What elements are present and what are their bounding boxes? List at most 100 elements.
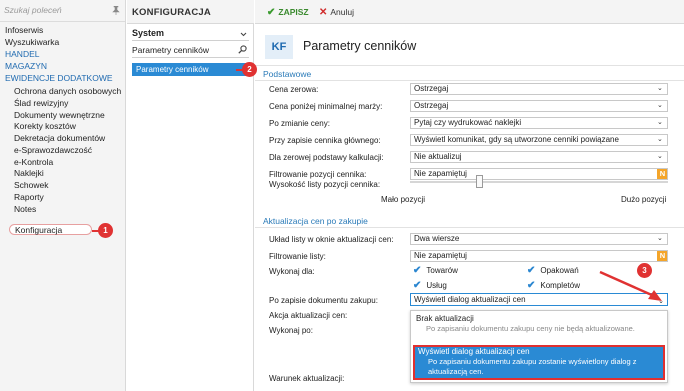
field-value: Nie zapamiętuj	[414, 251, 467, 260]
chevron-down-icon: ⌄	[657, 102, 663, 109]
nav-item-magazyn[interactable]: MAGAZYN	[5, 61, 47, 72]
select-przy-zapisie-cennika[interactable]: Wyświetl komunikat, gdy są utworzone cen…	[410, 134, 668, 146]
field-label-cena-ponizej-marzy: Cena poniżej minimalnej marży:	[269, 102, 383, 111]
input-filtrowanie-listy[interactable]: Nie zapamiętuj N	[410, 250, 668, 262]
slider-min-label: Mało pozycji	[381, 195, 426, 204]
nav-item-infoserwis[interactable]: Infoserwis	[5, 25, 43, 36]
select-cena-zerowa[interactable]: Ostrzegaj ⌄	[410, 83, 668, 95]
section-divider	[255, 227, 684, 228]
section-title-aktualizacja: Aktualizacja cen po zakupie	[263, 216, 368, 226]
checkbox-kompletow[interactable]: ✔ Kompletów	[527, 280, 580, 291]
field-label-przy-zapisie-cennika: Przy zapisie cennika głównego:	[269, 136, 381, 145]
select-cena-ponizej-marzy[interactable]: Ostrzegaj ⌄	[410, 100, 668, 112]
nav-item-notes[interactable]: Notes	[14, 204, 36, 215]
title-divider	[255, 65, 684, 66]
dropdown-options-list: Brak aktualizacji Po zapisaniu dokumentu…	[410, 310, 668, 383]
configuration-title: KONFIGURACJA	[132, 7, 211, 18]
option-title: Brak aktualizacji	[416, 314, 474, 323]
nav-item-slad-rewizyjny[interactable]: Ślad rewizyjny	[14, 98, 68, 109]
close-icon: ✕	[319, 7, 328, 18]
section-title-podstawowe: Podstawowe	[263, 69, 312, 79]
configuration-panel: KONFIGURACJA System Parametry cenników P…	[127, 0, 254, 391]
save-button-label: ZAPISZ	[278, 7, 309, 17]
nav-item-handel[interactable]: HANDEL	[5, 49, 39, 60]
config-search-input[interactable]: Parametry cenników	[132, 44, 249, 58]
checkbox-uslug[interactable]: ✔ Usług	[413, 280, 447, 291]
cancel-button-label: Anuluj	[330, 7, 355, 17]
callout-arrow-icon	[599, 270, 662, 301]
module-badge: KF	[265, 35, 293, 59]
config-item-parametry-cennikow[interactable]: Parametry cenników	[132, 63, 249, 76]
field-label-po-zapisie-dokumentu: Po zapisie dokumentu zakupu:	[269, 296, 378, 305]
nav-item-naklejki[interactable]: Naklejki	[14, 168, 44, 179]
nav-item-e-sprawozdawczosc[interactable]: e-Sprawozdawczość	[14, 145, 92, 156]
checkbox-label: Kompletów	[540, 281, 580, 290]
chevron-down-icon: ⌄	[657, 136, 663, 143]
nav-divider	[0, 21, 125, 22]
slider-max-label: Dużo pozycji	[621, 195, 667, 204]
field-label-filtrowanie-listy: Filtrowanie listy:	[269, 252, 326, 261]
search-icon[interactable]	[238, 45, 247, 54]
chevron-down-icon: ⌄	[657, 85, 663, 92]
toolbar: ✔ ZAPISZ ✕ Anuluj	[255, 0, 684, 24]
chevron-down-icon: ⌄	[657, 153, 663, 160]
checkbox-towarow[interactable]: ✔ Towarów	[413, 265, 458, 276]
input-filtrowanie-pozycji[interactable]: Nie zapamiętuj N	[410, 168, 668, 180]
option-title: Wyświetl dialog aktualizacji cen	[418, 347, 530, 356]
callout-badge-2: 2	[242, 62, 257, 77]
select-value: Ostrzegaj	[414, 101, 449, 110]
nav-item-korekty-kosztow[interactable]: Korekty kosztów	[14, 121, 76, 132]
nav-item-dekretacja[interactable]: Dekretacja dokumentów	[14, 133, 105, 144]
cancel-button[interactable]: ✕ Anuluj	[319, 6, 354, 18]
system-select[interactable]: System	[132, 27, 249, 41]
settings-content: KF Parametry cenników Podstawowe Cena ze…	[255, 25, 684, 391]
checkbox-label: Towarów	[426, 266, 458, 275]
n-indicator-icon: N	[657, 169, 667, 179]
field-label-akcja-aktualizacji: Akcja aktualizacji cen:	[269, 311, 348, 320]
pin-icon[interactable]	[112, 5, 120, 15]
save-button[interactable]: ✔ ZAPISZ	[267, 6, 309, 18]
system-select-value: System	[132, 28, 165, 38]
list-height-slider-thumb[interactable]	[476, 175, 483, 188]
checkbox-opakowan[interactable]: ✔ Opakowań	[527, 265, 579, 276]
chevron-down-icon	[240, 29, 247, 37]
checkbox-label: Usług	[426, 281, 447, 290]
nav-item-raporty[interactable]: Raporty	[14, 192, 44, 203]
chevron-down-icon: ⌄	[657, 119, 663, 126]
nav-search-input[interactable]: Szukaj poleceń	[4, 5, 122, 19]
select-value: Wyświetl komunikat, gdy są utworzone cen…	[414, 135, 619, 144]
field-label-zerowa-podstawa: Dla zerowej podstawy kalkulacji:	[269, 153, 384, 162]
check-icon: ✔	[527, 280, 536, 291]
select-zerowa-podstawa[interactable]: Nie aktualizuj ⌄	[410, 151, 668, 163]
field-label-filtrowanie-pozycji: Filtrowanie pozycji cennika:	[269, 170, 367, 179]
select-uklad-listy[interactable]: Dwa wiersze ⌄	[410, 233, 668, 245]
nav-item-ewidencje-dodatkowe[interactable]: EWIDENCJE DODATKOWE	[5, 73, 113, 84]
option-description: Po zapisaniu dokumentu zakupu ceny nie b…	[426, 324, 635, 333]
nav-item-e-kontrola[interactable]: e-Kontrola	[14, 157, 53, 168]
nav-item-ochrona-danych[interactable]: Ochrona danych osobowych	[14, 86, 121, 97]
n-indicator-icon: N	[657, 251, 667, 261]
nav-item-schowek[interactable]: Schowek	[14, 180, 49, 191]
nav-search-placeholder: Szukaj poleceń	[4, 5, 62, 15]
select-po-zmianie-ceny[interactable]: Pytaj czy wydrukować naklejki ⌄	[410, 117, 668, 129]
list-height-slider-track[interactable]	[410, 181, 668, 183]
nav-item-wyszukiwarka[interactable]: Wyszukiwarka	[5, 37, 59, 48]
nav-item-konfiguracja[interactable]: Konfiguracja	[9, 224, 92, 235]
config-search-value: Parametry cenników	[132, 45, 210, 55]
field-label-wykonaj-po: Wykonaj po:	[269, 326, 313, 335]
callout-badge-1: 1	[98, 223, 113, 238]
check-icon: ✔	[413, 265, 422, 276]
dropdown-option-wyswietl-dialog[interactable]: Wyświetl dialog aktualizacji cen Po zapi…	[413, 345, 665, 380]
configuration-header: KONFIGURACJA	[127, 0, 254, 24]
field-label-wysokosc-listy: Wysokość listy pozycji cennika:	[269, 180, 381, 189]
dropdown-option-brak-aktualizacji[interactable]: Brak aktualizacji Po zapisaniu dokumentu…	[413, 314, 665, 342]
checkbox-label: Opakowań	[540, 266, 579, 275]
field-label-cena-zerowa: Cena zerowa:	[269, 85, 319, 94]
field-label-wykonaj-dla: Wykonaj dla:	[269, 267, 315, 276]
check-icon: ✔	[413, 280, 422, 291]
select-value: Dwa wiersze	[414, 234, 460, 243]
page-title: Parametry cenników	[303, 39, 417, 53]
select-value: Ostrzegaj	[414, 84, 449, 93]
field-label-uklad-listy: Układ listy w oknie aktualizacji cen:	[269, 235, 394, 244]
nav-item-dokumenty-wewnetrzne[interactable]: Dokumenty wewnętrzne	[14, 110, 105, 121]
